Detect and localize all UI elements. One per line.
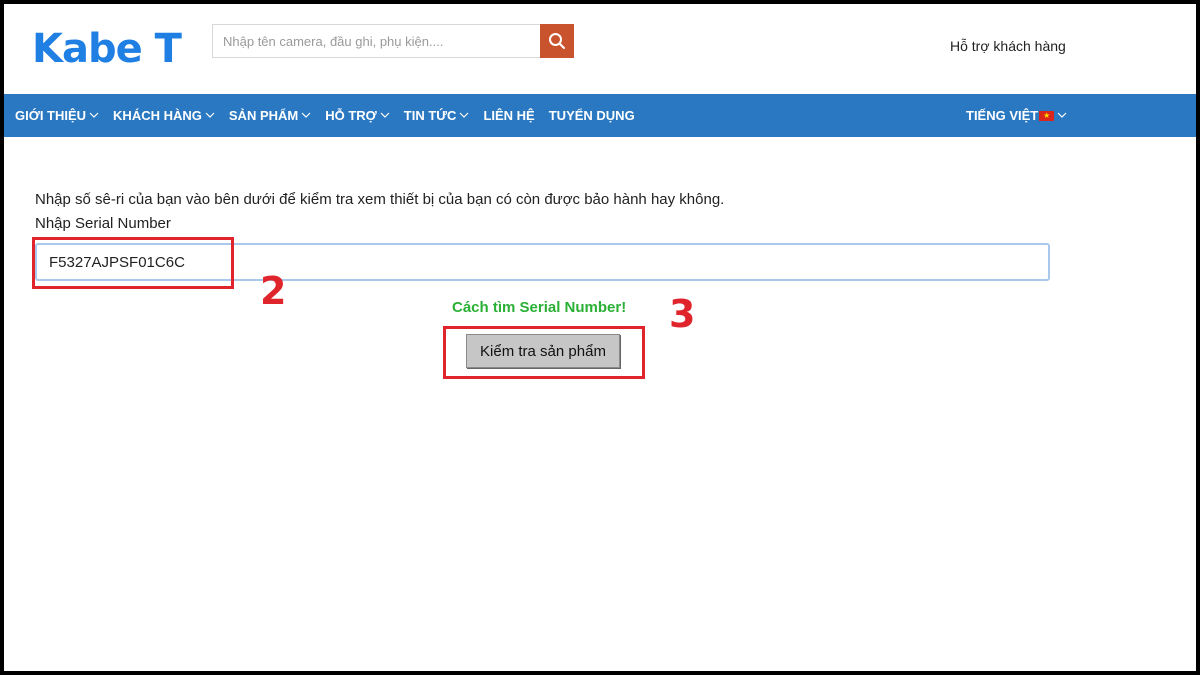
how-to-find-serial-link[interactable]: Cách tìm Serial Number!	[452, 299, 626, 316]
nav-item-khach-hang[interactable]: KHÁCH HÀNG	[113, 108, 215, 123]
nav-item-gioi-thieu[interactable]: GIỚI THIỆU	[15, 108, 99, 123]
annotation-box-check-button	[443, 326, 645, 379]
nav-item-label: KHÁCH HÀNG	[113, 108, 202, 123]
site-logo[interactable]: Kabe T	[32, 26, 182, 72]
annotation-step-2: 2	[260, 269, 287, 313]
site-header: Kabe T Hỗ trợ khách hàng	[4, 4, 1196, 94]
annotation-step-3: 3	[669, 292, 696, 336]
annotation-box-serial	[32, 237, 234, 289]
chevron-down-icon	[301, 112, 311, 118]
customer-support-link[interactable]: Hỗ trợ khách hàng	[950, 38, 1066, 54]
language-selector[interactable]: TIẾNG VIỆT ★	[966, 94, 1067, 137]
chevron-down-icon	[205, 112, 215, 118]
nav-item-ho-tro[interactable]: HỖ TRỢ	[325, 108, 390, 123]
search-button[interactable]	[540, 24, 574, 58]
vietnam-flag-icon: ★	[1039, 110, 1055, 121]
nav-item-lien-he[interactable]: LIÊN HỆ	[483, 108, 534, 123]
chevron-down-icon	[380, 112, 390, 118]
search-bar	[212, 24, 574, 58]
nav-item-tuyen-dung[interactable]: TUYỂN DỤNG	[549, 108, 635, 123]
nav-item-label: SẢN PHẨM	[228, 108, 299, 123]
nav-item-label: TUYỂN DỤNG	[548, 108, 635, 123]
nav-item-label: TIN TỨC	[403, 108, 457, 123]
search-icon	[549, 33, 565, 49]
nav-item-label: HỖ TRỢ	[325, 108, 377, 123]
nav-item-label: GIỚI THIỆU	[15, 108, 87, 123]
instruction-text: Nhập số sê-ri của bạn vào bên dưới để ki…	[35, 191, 725, 208]
nav-item-label: LIÊN HỆ	[483, 108, 535, 123]
nav-item-tin-tuc[interactable]: TIN TỨC	[404, 108, 470, 123]
browser-page: Kabe T Hỗ trợ khách hàng GIỚI THIỆU KHÁC…	[4, 4, 1196, 671]
chevron-down-icon	[89, 112, 99, 118]
search-input[interactable]	[212, 24, 540, 58]
nav-item-san-pham[interactable]: SẢN PHẨM	[229, 108, 311, 123]
chevron-down-icon	[460, 112, 469, 118]
chevron-down-icon	[1057, 112, 1067, 118]
main-nav: GIỚI THIỆU KHÁCH HÀNG SẢN PHẨM HỖ TRỢ TI…	[4, 94, 1196, 137]
serial-number-label: Nhập Serial Number	[35, 215, 171, 232]
language-label: TIẾNG VIỆT	[966, 108, 1039, 123]
